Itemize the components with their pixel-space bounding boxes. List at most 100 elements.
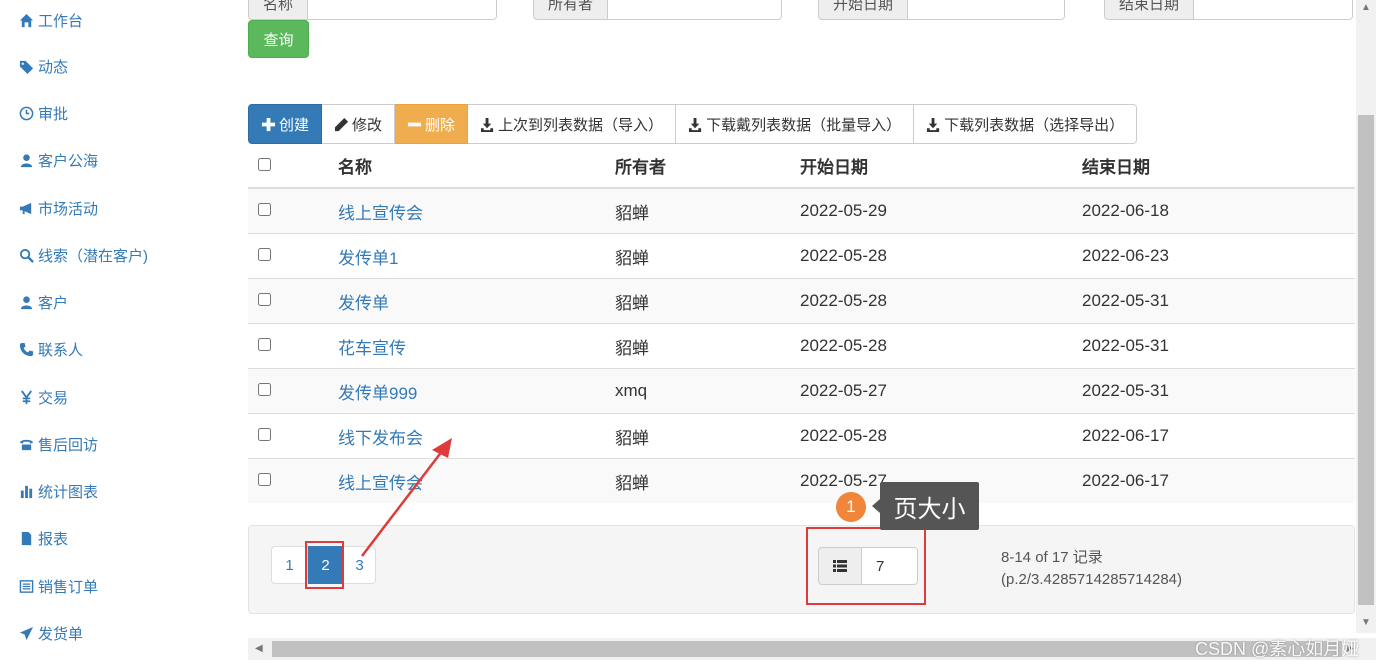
start-date-cell: 2022-05-27 — [800, 368, 1082, 414]
table-row: 发传单999 xmq 2022-05-27 2022-05-31 — [248, 368, 1355, 414]
bullhorn-icon — [18, 200, 34, 216]
activity-name-link[interactable]: 发传单 — [338, 294, 389, 313]
yen-icon — [18, 389, 34, 405]
select-all-cell — [248, 144, 338, 189]
owner-cell: 貂蝉 — [615, 413, 800, 459]
sidebar-item-contacts[interactable]: 联系人 — [18, 337, 83, 361]
sidebar-item-customer-pool[interactable]: 客户公海 — [18, 148, 98, 172]
sidebar-item-deals[interactable]: 交易 — [18, 385, 68, 409]
activity-name-link[interactable]: 线下发布会 — [338, 429, 423, 448]
end-date-cell: 2022-06-23 — [1082, 233, 1355, 279]
table-row: 线下发布会 貂蝉 2022-05-28 2022-06-17 — [248, 413, 1355, 459]
start-date-cell: 2022-05-28 — [800, 278, 1082, 324]
sidebar-item-delivery[interactable]: 发货单 — [18, 621, 83, 645]
pagination-panel — [248, 525, 1355, 614]
end-date-filter: 结束日期 — [1104, 0, 1354, 20]
sidebar-item-label: 交易 — [38, 389, 69, 407]
row-checkbox[interactable] — [258, 383, 271, 396]
start-date-filter-input[interactable] — [907, 0, 1066, 20]
scroll-left-icon[interactable]: ◀ — [255, 643, 263, 654]
sidebar-item-workbench[interactable]: 工作台 — [18, 8, 83, 32]
activity-table: 名称 所有者 开始日期 结束日期 线上宣传会 貂蝉 2022-05-29 202… — [248, 144, 1355, 503]
highlight-box-page-2 — [305, 541, 344, 589]
activity-name-link[interactable]: 发传单1 — [338, 249, 398, 268]
scroll-down-icon[interactable]: ▼ — [1361, 617, 1371, 628]
create-button-label: 创建 — [279, 116, 310, 134]
sidebar: 工作台 动态 审批 客户公海 市场活动 线索（潜在客户) 客户 联系人 交易 售… — [0, 0, 238, 666]
start-date-cell: 2022-05-28 — [800, 323, 1082, 369]
user-icon — [18, 294, 34, 310]
activity-name-link[interactable]: 花车宣传 — [338, 339, 406, 358]
query-button[interactable]: 查询 — [248, 20, 309, 58]
sidebar-item-sales-orders[interactable]: 销售订单 — [18, 574, 98, 598]
sidebar-item-label: 客户公海 — [38, 152, 99, 170]
sidebar-item-marketing[interactable]: 市场活动 — [18, 196, 98, 220]
sidebar-item-activity[interactable]: 动态 — [18, 54, 68, 78]
owner-cell: 貂蝉 — [615, 458, 800, 503]
sidebar-item-reports[interactable]: 报表 — [18, 526, 68, 550]
delete-button[interactable]: 删除 — [395, 104, 469, 144]
stats-icon — [18, 483, 34, 499]
table-row: 线上宣传会 貂蝉 2022-05-29 2022-06-18 — [248, 187, 1355, 234]
row-checkbox[interactable] — [258, 293, 271, 306]
table-row: 线上宣传会 貂蝉 2022-05-27 2022-06-17 — [248, 458, 1355, 503]
activity-name-link[interactable]: 线上宣传会 — [338, 204, 423, 223]
sidebar-item-approval[interactable]: 审批 — [18, 101, 68, 125]
end-date-cell: 2022-06-17 — [1082, 458, 1355, 503]
end-date-cell: 2022-06-17 — [1082, 413, 1355, 459]
minus-icon — [407, 117, 422, 132]
select-all-checkbox[interactable] — [258, 157, 271, 171]
delete-button-label: 删除 — [425, 116, 456, 134]
create-button[interactable]: 创建 — [248, 104, 323, 144]
step-badge: 1 — [836, 492, 866, 522]
start-date-cell: 2022-05-29 — [800, 187, 1082, 234]
download-icon — [688, 117, 703, 132]
activity-name-link[interactable]: 线上宣传会 — [338, 474, 423, 493]
sidebar-item-label: 销售订单 — [38, 578, 99, 596]
sidebar-item-customers[interactable]: 客户 — [18, 290, 68, 314]
owner-cell: 貂蝉 — [615, 278, 800, 324]
end-date-cell: 2022-05-31 — [1082, 368, 1355, 414]
sidebar-item-statistics[interactable]: 统计图表 — [18, 479, 98, 503]
start-date-cell: 2022-05-28 — [800, 413, 1082, 459]
watermark: CSDN @素心如月娅 — [1195, 639, 1360, 659]
end-date-cell: 2022-05-31 — [1082, 323, 1355, 369]
import-button[interactable]: 上次到列表数据（导入） — [468, 104, 677, 144]
row-checkbox[interactable] — [258, 428, 271, 441]
page-1-button[interactable]: 1 — [271, 546, 308, 584]
sidebar-item-after-sales[interactable]: 售后回访 — [18, 432, 98, 456]
vertical-scrollbar[interactable]: ▲ ▼ — [1356, 0, 1376, 633]
owner-filter: 所有者 — [533, 0, 783, 20]
owner-filter-input[interactable] — [607, 0, 783, 20]
horizontal-scroll-thumb[interactable] — [272, 641, 1342, 657]
row-checkbox[interactable] — [258, 338, 271, 351]
download-template-button[interactable]: 下载戴列表数据（批量导入） — [676, 104, 915, 144]
activity-name-link[interactable]: 发传单999 — [338, 384, 417, 403]
header-end-date[interactable]: 结束日期 — [1082, 144, 1355, 189]
sidebar-item-label: 工作台 — [38, 12, 84, 30]
name-filter-input[interactable] — [307, 0, 498, 20]
row-checkbox[interactable] — [258, 203, 271, 216]
header-start-date[interactable]: 开始日期 — [800, 144, 1082, 189]
header-owner[interactable]: 所有者 — [615, 144, 800, 189]
name-filter: 名称 — [248, 0, 498, 20]
pencil-icon — [334, 117, 349, 132]
sidebar-item-label: 线索（潜在客户) — [38, 247, 148, 265]
sidebar-item-label: 客户 — [38, 294, 69, 312]
sidebar-item-leads[interactable]: 线索（潜在客户) — [18, 243, 148, 267]
send-icon — [18, 625, 34, 641]
tags-icon — [18, 58, 34, 74]
page-3-button[interactable]: 3 — [344, 546, 376, 584]
scroll-up-icon[interactable]: ▲ — [1361, 2, 1371, 13]
export-button[interactable]: 下载列表数据（选择导出） — [914, 104, 1138, 144]
sidebar-item-label: 市场活动 — [38, 200, 99, 218]
end-date-filter-input[interactable] — [1193, 0, 1354, 20]
export-button-label: 下载列表数据（选择导出） — [944, 116, 1125, 134]
row-checkbox[interactable] — [258, 473, 271, 486]
header-name[interactable]: 名称 — [338, 144, 615, 189]
table-row: 发传单 貂蝉 2022-05-28 2022-05-31 — [248, 278, 1355, 324]
vertical-scroll-thumb[interactable] — [1358, 115, 1374, 605]
import-button-label: 上次到列表数据（导入） — [498, 116, 664, 134]
row-checkbox[interactable] — [258, 248, 271, 261]
edit-button[interactable]: 修改 — [322, 104, 396, 144]
